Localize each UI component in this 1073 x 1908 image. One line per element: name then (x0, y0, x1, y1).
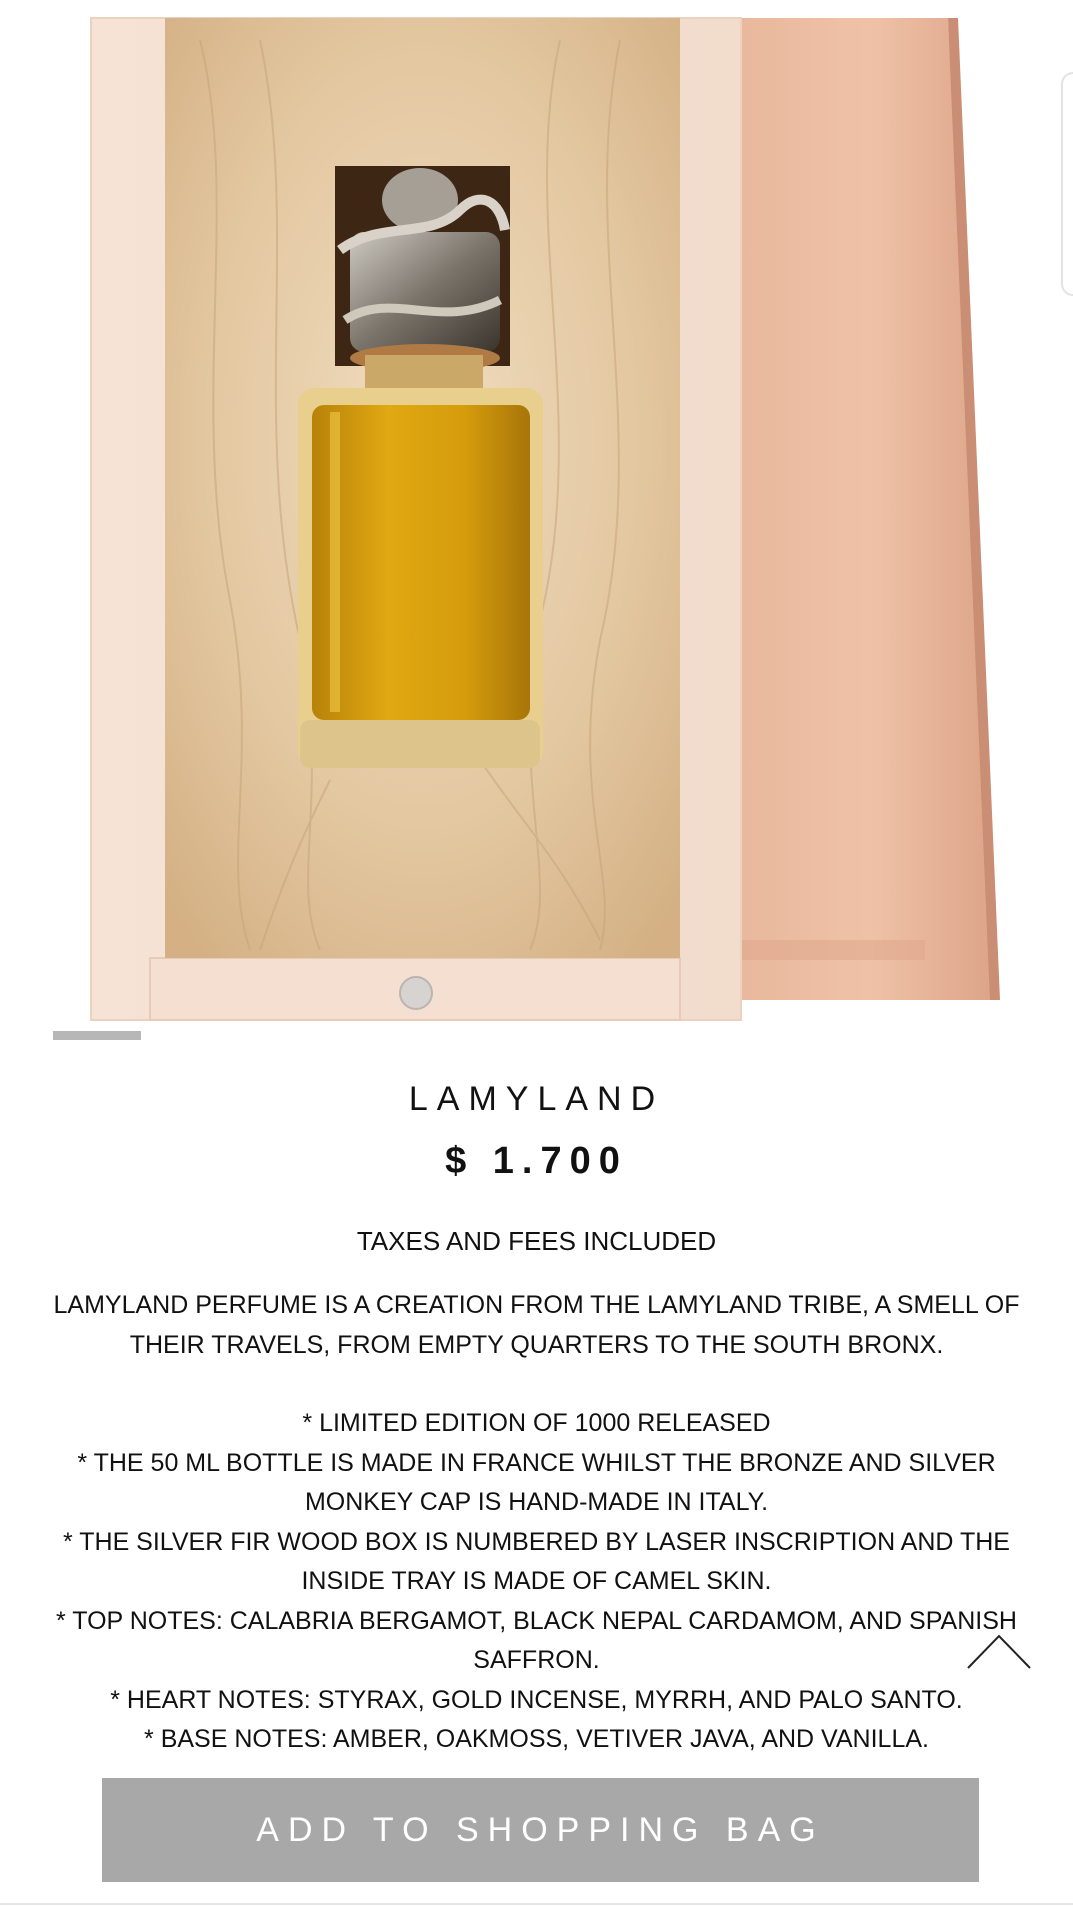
product-photo (90, 17, 1000, 1021)
add-to-shopping-bag-button[interactable]: ADD TO SHOPPING BAG (102, 1778, 979, 1882)
product-description: LAMYLAND PERFUME IS A CREATION FROM THE … (50, 1286, 1023, 1760)
description-intro: LAMYLAND PERFUME IS A CREATION FROM THE … (53, 1291, 1020, 1359)
chevron-up-icon (967, 1634, 1031, 1669)
product-image-carousel[interactable] (0, 0, 1073, 1040)
scroll-handle[interactable] (1061, 72, 1073, 296)
description-bullet: * TOP NOTES: CALABRIA BERGAMOT, BLACK NE… (56, 1606, 1017, 1675)
back-to-top-button[interactable] (966, 1632, 1032, 1672)
description-bullet: * BASE NOTES: AMBER, OAKMOSS, VETIVER JA… (144, 1725, 929, 1753)
taxes-note: TAXES AND FEES INCLUDED (356, 1226, 717, 1256)
divider (0, 1903, 1073, 1905)
description-bullet: * HEART NOTES: STYRAX, GOLD INCENSE, MYR… (110, 1685, 963, 1714)
product-price: $ 1.700 (445, 1140, 628, 1182)
description-bullet: * THE 50 ML BOTTLE IS MADE IN FRANCE WHI… (77, 1448, 996, 1517)
description-bullet: * THE SILVER FIR WOOD BOX IS NUMBERED BY… (63, 1527, 1010, 1596)
product-title: LAMYLAND (408, 1080, 665, 1118)
description-bullet: * LIMITED EDITION OF 1000 RELEASED (302, 1409, 771, 1437)
carousel-indicator[interactable] (53, 1031, 141, 1040)
